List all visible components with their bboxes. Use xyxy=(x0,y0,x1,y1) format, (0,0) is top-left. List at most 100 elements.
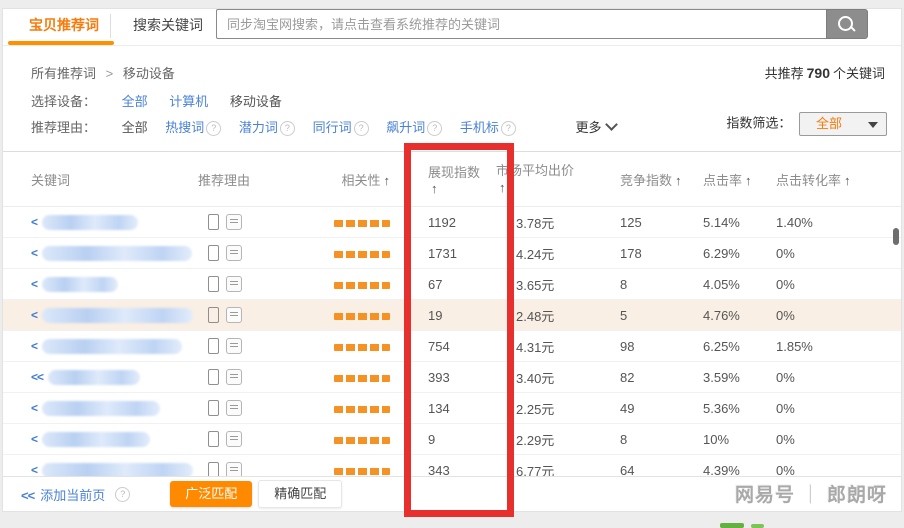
help-icon[interactable] xyxy=(427,121,442,136)
keyword-marker: < xyxy=(31,215,37,229)
index-filter-dropdown[interactable]: 全部 xyxy=(799,112,887,136)
col-label: 市场平均出价 xyxy=(496,163,574,178)
more-filters-button[interactable]: 更多 xyxy=(575,120,615,135)
help-icon[interactable] xyxy=(206,121,221,136)
competition-value: 125 xyxy=(603,215,691,230)
help-icon[interactable] xyxy=(501,121,516,136)
col-header-cvr[interactable]: 点击转化率 xyxy=(764,170,874,189)
col-header-ctr[interactable]: 点击率 xyxy=(691,170,764,189)
relevance-bars xyxy=(334,282,390,289)
reason-badge-icon xyxy=(226,214,242,230)
table-row[interactable]: <17314.24元1786.29%0% xyxy=(3,238,901,269)
keyword-blurred xyxy=(42,339,182,354)
table-row[interactable]: <1342.25元495.36%0% xyxy=(3,393,901,424)
cropped-content xyxy=(751,524,764,528)
reason-option-peer[interactable]: 同行词 xyxy=(313,120,352,135)
col-label: 点击率 xyxy=(703,173,742,188)
relevance-bars xyxy=(334,220,390,227)
ctr-value: 10% xyxy=(691,432,764,447)
col-header-relevance[interactable]: 相关性 xyxy=(298,170,398,189)
reason-option-mobile-tag[interactable]: 手机标 xyxy=(460,120,499,135)
phone-icon xyxy=(208,214,219,230)
broad-match-button[interactable]: 广泛匹配 xyxy=(170,481,252,507)
tab-separator xyxy=(110,14,111,38)
avg-price-value: 2.29元 xyxy=(488,430,603,449)
keyword-marker: < xyxy=(31,339,37,353)
device-option-pc[interactable]: 计算机 xyxy=(169,94,208,109)
tab-search-keywords[interactable]: 搜索关键词 xyxy=(133,15,203,35)
add-current-page-link[interactable]: << 添加当前页 xyxy=(21,485,105,504)
device-option-all[interactable]: 全部 xyxy=(122,94,148,109)
col-label: 点击转化率 xyxy=(776,173,841,188)
cvr-value: 0% xyxy=(764,370,874,385)
table-body: <11923.78元1255.14%1.40%<17314.24元1786.29… xyxy=(3,207,901,486)
help-icon[interactable] xyxy=(354,121,369,136)
col-header-keyword: 关键词 xyxy=(23,170,193,189)
relevance-bars xyxy=(334,251,390,258)
add-page-label: 添加当前页 xyxy=(40,488,105,503)
ctr-value: 5.36% xyxy=(691,401,764,416)
cvr-value: 0% xyxy=(764,308,874,323)
relevance-bars xyxy=(334,313,390,320)
relevance-bars xyxy=(334,375,390,382)
keyword-table: 关键词 推荐理由 相关性 展现指数 市场平均出价 竞争指数 点击率 点击转化率 … xyxy=(3,151,901,486)
reason-option-soaring[interactable]: 飙升词 xyxy=(386,120,425,135)
avg-price-value: 3.78元 xyxy=(488,213,603,232)
keyword-marker: < xyxy=(31,277,37,291)
cvr-value: 1.40% xyxy=(764,215,874,230)
help-icon[interactable] xyxy=(280,121,295,136)
double-arrow-icon: << xyxy=(21,488,34,503)
keyword-marker: < xyxy=(31,432,37,446)
sort-asc-icon xyxy=(384,173,391,188)
reason-badge-icon xyxy=(226,276,242,292)
col-label: 竞争指数 xyxy=(620,173,672,188)
keyword-blurred xyxy=(48,370,140,385)
reason-option-all[interactable]: 全部 xyxy=(122,120,148,135)
impression-value: 19 xyxy=(398,308,488,323)
competition-value: 8 xyxy=(603,277,691,292)
col-header-competition[interactable]: 竞争指数 xyxy=(603,170,691,189)
keyword-blurred xyxy=(42,277,118,292)
index-filter-label: 指数筛选： xyxy=(726,115,791,130)
sort-asc-icon xyxy=(745,173,752,188)
device-option-mobile[interactable]: 移动设备 xyxy=(230,94,282,109)
device-filter-row: 选择设备： 全部 计算机 移动设备 xyxy=(31,91,300,110)
table-row[interactable]: <11923.78元1255.14%1.40% xyxy=(3,207,901,238)
keyword-blurred xyxy=(42,215,138,230)
search-button[interactable] xyxy=(826,9,868,39)
table-row[interactable]: <92.29元810%0% xyxy=(3,424,901,455)
table-row[interactable]: <192.48元54.76%0% xyxy=(3,300,901,331)
table-row[interactable]: <7544.31元986.25%1.85% xyxy=(3,331,901,362)
breadcrumb-separator: > xyxy=(106,66,114,81)
col-header-impression[interactable]: 展现指数 xyxy=(398,162,488,196)
keyword-blurred xyxy=(42,401,160,416)
table-row[interactable]: <673.65元84.05%0% xyxy=(3,269,901,300)
phone-icon xyxy=(208,245,219,261)
index-filter: 指数筛选： 全部 xyxy=(726,112,887,136)
summary-count: 790 xyxy=(807,65,830,81)
tab-babe-recommend[interactable]: 宝贝推荐词 xyxy=(29,15,99,35)
phone-icon xyxy=(208,307,219,323)
competition-value: 49 xyxy=(603,401,691,416)
cvr-value: 1.85% xyxy=(764,339,874,354)
avg-price-value: 2.25元 xyxy=(488,399,603,418)
breadcrumb-root[interactable]: 所有推荐词 xyxy=(31,66,96,81)
reason-option-potential[interactable]: 潜力词 xyxy=(239,120,278,135)
reason-option-hot[interactable]: 热搜词 xyxy=(165,120,204,135)
impression-value: 1731 xyxy=(398,246,488,261)
summary-prefix: 共推荐 xyxy=(765,66,804,81)
relevance-bars xyxy=(334,344,390,351)
col-header-price[interactable]: 市场平均出价 xyxy=(488,162,581,196)
table-row[interactable]: <<3933.40元823.59%0% xyxy=(3,362,901,393)
more-label: 更多 xyxy=(575,120,601,135)
cvr-value: 0% xyxy=(764,246,874,261)
exact-match-button[interactable]: 精确匹配 xyxy=(258,480,342,508)
phone-icon xyxy=(208,431,219,447)
search-input[interactable] xyxy=(216,9,826,39)
keyword-marker: < xyxy=(31,463,37,477)
scrollbar-thumb[interactable] xyxy=(893,228,899,245)
search-icon xyxy=(838,16,853,31)
dropdown-selected-value: 全部 xyxy=(816,116,842,131)
sort-asc-icon xyxy=(675,173,682,188)
help-icon[interactable] xyxy=(115,487,130,502)
